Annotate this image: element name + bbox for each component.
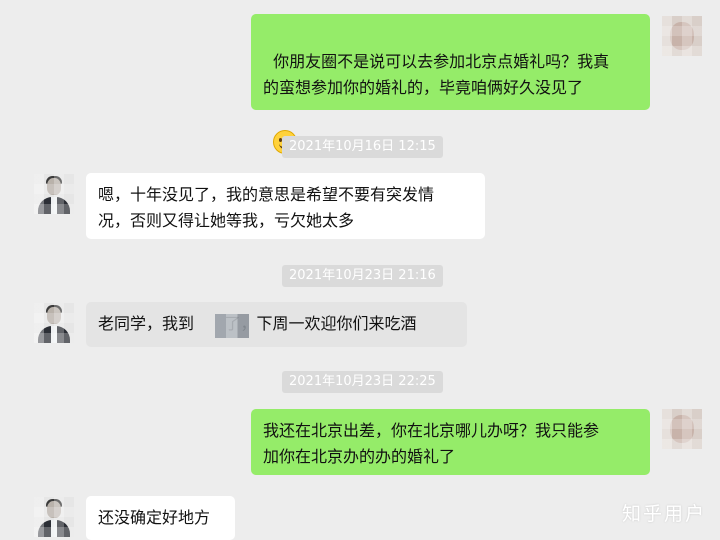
watermark: 知乎用户: [621, 503, 706, 525]
avatar-mosaic: [34, 497, 74, 537]
message-bubble-other[interactable]: 老同学，我到 了，下周一欢迎你们来吃酒: [86, 302, 467, 347]
timestamp: 2021年10月16日 12:15: [282, 136, 443, 158]
avatar-mosaic: [662, 409, 702, 449]
timestamp: 2021年10月23日 21:16: [282, 265, 443, 287]
timestamp: 2021年10月23日 22:25: [282, 371, 443, 393]
message-bubble-other[interactable]: 还没确定好地方: [86, 496, 235, 540]
mosaic-redaction: [215, 314, 249, 338]
message-bubble-self[interactable]: 你朋友圈不是说可以去参加北京点婚礼吗？我真 的蛮想参加你的婚礼的，毕竟咱俩好久没…: [251, 14, 650, 154]
message-bubble-other[interactable]: 嗯，十年没见了，我的意思是希望不要有突发情 况，否则又得让她等我，亏欠她太多: [86, 173, 485, 239]
avatar-mosaic: [662, 16, 702, 56]
message-bubble-self[interactable]: 我还在北京出差，你在北京哪儿办呀？我只能参 加你在北京办的办的婚礼了: [251, 409, 650, 475]
avatar[interactable]: [662, 409, 702, 449]
avatar[interactable]: [662, 16, 702, 56]
avatar-mosaic: [34, 303, 74, 343]
message-text: 你朋友圈不是说可以去参加北京点婚礼吗？我真 的蛮想参加你的婚礼的，毕竟咱俩好久没…: [263, 52, 610, 97]
avatar[interactable]: [34, 303, 74, 343]
avatar[interactable]: [34, 174, 74, 214]
avatar-mosaic: [34, 174, 74, 214]
avatar[interactable]: [34, 497, 74, 537]
